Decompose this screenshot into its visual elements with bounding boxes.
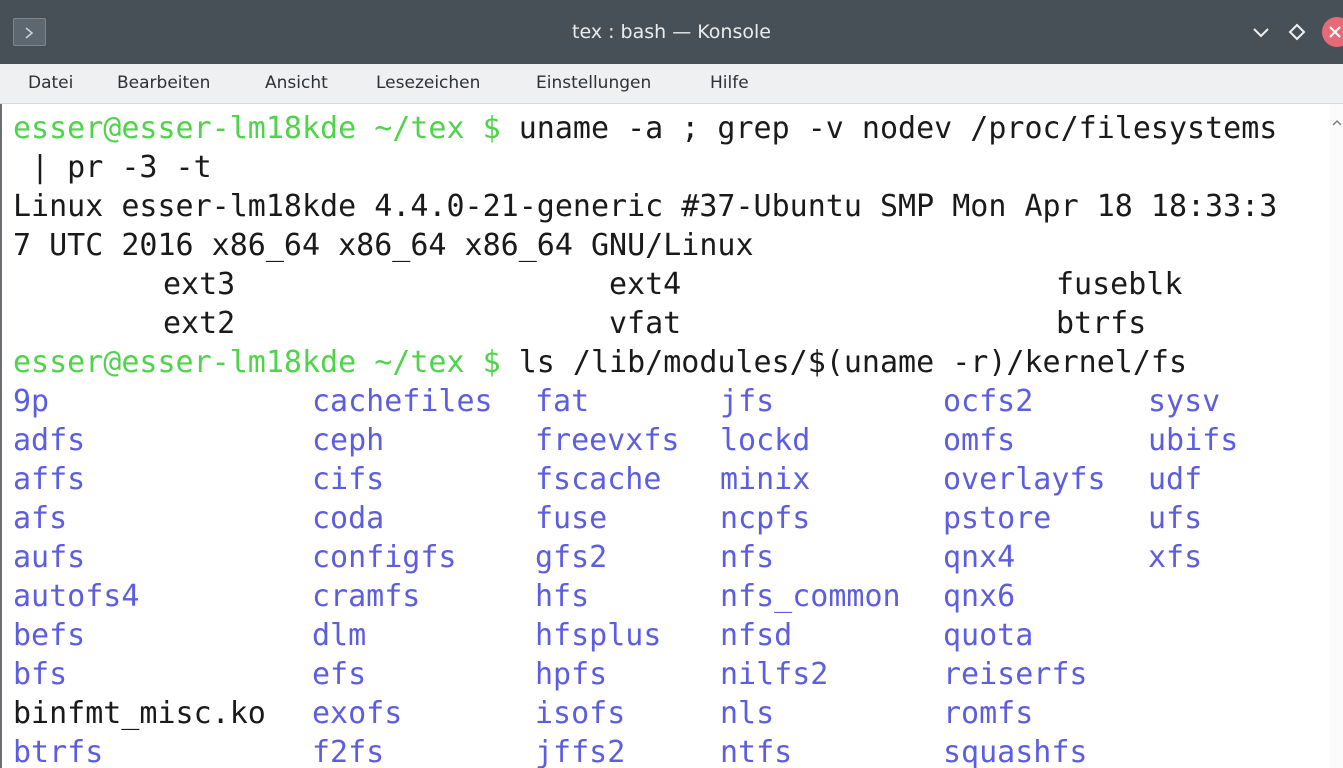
listing-entry: cramfs [312, 579, 421, 614]
shell-command: uname -a ; grep -v nodev /proc/filesyste… [500, 111, 1278, 146]
listing-entry: aufs [13, 540, 86, 575]
chevron-down-icon [1253, 28, 1269, 38]
listing-entry: fscache [535, 462, 662, 497]
listing-entry: xfs [1148, 540, 1203, 575]
listing-entry: coda [312, 501, 385, 536]
diamond-icon [1288, 23, 1306, 41]
listing-entry: befs [13, 618, 86, 653]
listing-entry: nfsd [720, 618, 793, 653]
listing-entry: fat [535, 384, 590, 419]
listing-entry: ceph [312, 423, 385, 458]
listing-entry: pstore [943, 501, 1052, 536]
maximize-button[interactable] [1284, 19, 1310, 45]
terminal-line: 7 UTC 2016 x86_64 x86_64 x86_64 GNU/Linu… [13, 228, 754, 263]
listing-entry: efs [312, 657, 367, 692]
menu-bar: Datei Bearbeiten Ansicht Lesezeichen Ein… [0, 64, 1343, 104]
menu-datei[interactable]: Datei [28, 72, 73, 94]
listing-entry: exofs [312, 696, 403, 731]
filesystem-entry: fuseblk [1056, 267, 1183, 302]
listing-entry: configfs [312, 540, 457, 575]
filesystem-entry: vfat [609, 306, 682, 341]
listing-entry: afs [13, 501, 68, 536]
listing-entry: omfs [943, 423, 1016, 458]
menu-bearbeiten[interactable]: Bearbeiten [117, 72, 210, 94]
menu-hilfe[interactable]: Hilfe [710, 72, 749, 94]
listing-entry: hfsplus [535, 618, 662, 653]
terminal-line: esser@esser-lm18kde ~/tex $ ls /lib/modu… [13, 343, 1187, 382]
scrollbar[interactable] [1330, 104, 1343, 768]
scroll-up-arrow-icon[interactable] [1332, 118, 1342, 128]
listing-entry: jfs [720, 384, 775, 419]
listing-entry: ntfs [720, 735, 793, 768]
listing-entry: f2fs [312, 735, 385, 768]
listing-entry: nfs_common [720, 579, 901, 614]
terminal-line: esser@esser-lm18kde ~/tex $ uname -a ; g… [13, 109, 1277, 148]
filesystem-entry: ext2 [163, 306, 236, 341]
listing-entry: reiserfs [943, 657, 1088, 692]
terminal-line: | pr -3 -t [13, 150, 212, 185]
listing-entry: cachefiles [312, 384, 493, 419]
listing-entry: gfs2 [535, 540, 608, 575]
shell-command: ls /lib/modules/$(uname -r)/kernel/fs [500, 345, 1188, 380]
listing-entry: jffs2 [535, 735, 626, 768]
menu-lesezeichen[interactable]: Lesezeichen [376, 72, 480, 94]
listing-entry: dlm [312, 618, 367, 653]
listing-entry: ufs [1148, 501, 1203, 536]
listing-entry: hfs [535, 579, 590, 614]
listing-entry: affs [13, 462, 86, 497]
listing-entry: nls [720, 696, 775, 731]
minimize-button[interactable] [1248, 19, 1274, 45]
filesystem-entry: btrfs [1056, 306, 1147, 341]
listing-entry: adfs [13, 423, 86, 458]
listing-entry: ubifs [1148, 423, 1239, 458]
listing-entry: nfs [720, 540, 775, 575]
menu-ansicht[interactable]: Ansicht [265, 72, 328, 94]
listing-entry: qnx4 [943, 540, 1016, 575]
listing-entry: lockd [720, 423, 811, 458]
menu-einstellungen[interactable]: Einstellungen [536, 72, 651, 94]
shell-prompt: esser@esser-lm18kde ~/tex $ [13, 345, 501, 380]
listing-entry: nilfs2 [720, 657, 829, 692]
listing-entry: fuse [535, 501, 608, 536]
listing-entry: overlayfs [943, 462, 1106, 497]
listing-entry: ocfs2 [943, 384, 1034, 419]
listing-entry: hpfs [535, 657, 608, 692]
title-bar[interactable]: tex : bash — Konsole [0, 0, 1343, 64]
listing-entry: ncpfs [720, 501, 811, 536]
shell-prompt: esser@esser-lm18kde ~/tex $ [13, 111, 501, 146]
listing-entry: squashfs [943, 735, 1088, 768]
listing-entry: isofs [535, 696, 626, 731]
filesystem-entry: ext3 [163, 267, 236, 302]
listing-entry: cifs [312, 462, 385, 497]
listing-entry: autofs4 [13, 579, 140, 614]
terminal-output[interactable]: esser@esser-lm18kde ~/tex $ uname -a ; g… [0, 104, 1343, 768]
listing-entry: sysv [1148, 384, 1221, 419]
listing-entry: quota [943, 618, 1034, 653]
listing-entry: 9p [13, 384, 50, 419]
listing-entry: binfmt_misc.ko [13, 696, 266, 731]
listing-entry: minix [720, 462, 811, 497]
window-title: tex : bash — Konsole [572, 21, 771, 43]
listing-entry: qnx6 [943, 579, 1016, 614]
konsole-window: tex : bash — Konsole Datei Bearbeiten An… [0, 0, 1343, 768]
terminal-line: Linux esser-lm18kde 4.4.0-21-generic #37… [13, 189, 1278, 224]
listing-entry: freevxfs [535, 423, 680, 458]
listing-entry: bfs [13, 657, 68, 692]
listing-entry: udf [1148, 462, 1203, 497]
close-icon [1329, 26, 1341, 38]
filesystem-entry: ext4 [609, 267, 682, 302]
listing-entry: romfs [943, 696, 1034, 731]
listing-entry: btrfs [13, 735, 104, 768]
